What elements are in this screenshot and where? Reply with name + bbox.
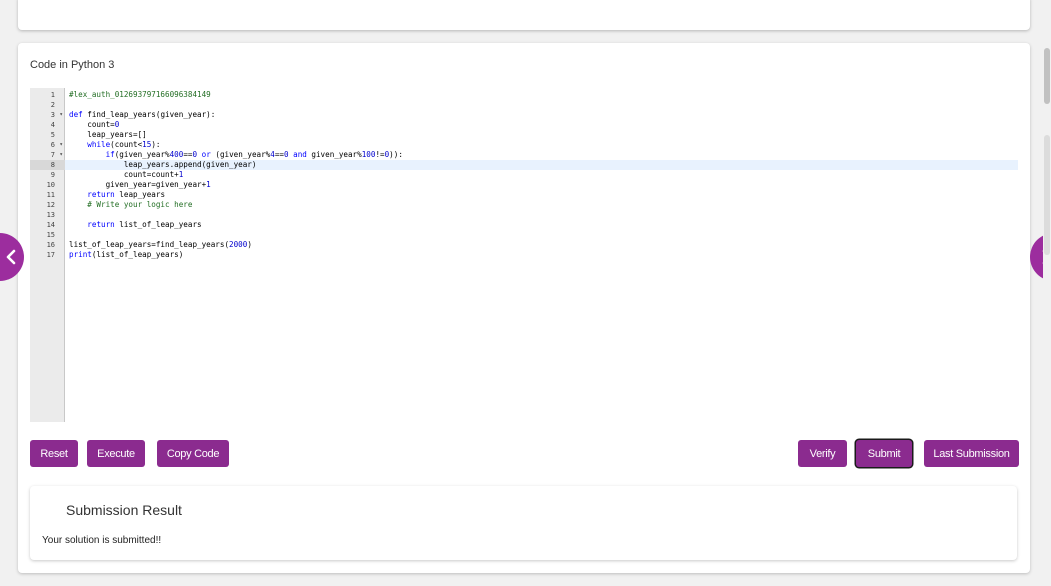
fold-arrow-icon[interactable]: ▾ [59, 140, 63, 150]
top-panel [18, 0, 1030, 30]
line-number: 1 [30, 90, 65, 100]
code-line[interactable]: leap_years=[] [65, 130, 1018, 140]
verify-button[interactable]: Verify [798, 440, 847, 467]
line-number: 3 ▾ [30, 110, 65, 120]
line-number: 15 [30, 230, 65, 240]
line-number-label: 17 [46, 251, 55, 259]
code-line-text: given_year=given_year+1 [69, 180, 211, 189]
line-number-label: 15 [46, 231, 55, 239]
code-line[interactable]: return leap_years [65, 190, 1018, 200]
line-number: 14 [30, 220, 65, 230]
chevron-left-icon [6, 249, 16, 265]
line-number-label: 4 [50, 121, 55, 129]
code-panel: Code in Python 3 1 2 3 ▾ 4 5 6 ▾ 7 ▾ 8 9 10 11 12 13 14 1… [18, 43, 1030, 573]
code-line[interactable]: while(count<15): [65, 140, 1018, 150]
reset-button[interactable]: Reset [30, 440, 78, 467]
submit-button[interactable]: Submit [856, 440, 912, 467]
code-line[interactable]: return list_of_leap_years [65, 220, 1018, 230]
code-editor[interactable]: 1 2 3 ▾ 4 5 6 ▾ 7 ▾ 8 9 10 11 12 13 14 15 16 17 #lex_auth_0… [30, 88, 1018, 422]
language-title: Code in Python 3 [30, 59, 115, 71]
line-number-label: 14 [46, 221, 55, 229]
line-number-label: 8 [50, 161, 55, 169]
line-number-label: 5 [50, 131, 55, 139]
code-line-text: count=0 [69, 120, 120, 129]
line-number-label: 2 [50, 101, 55, 109]
line-number: 17 [30, 250, 65, 260]
code-line[interactable]: list_of_leap_years=find_leap_years(2000) [65, 240, 1018, 250]
code-line[interactable]: # Write your logic here [65, 200, 1018, 210]
code-line[interactable] [65, 210, 1018, 220]
line-number-label: 1 [50, 91, 55, 99]
line-number-label: 16 [46, 241, 55, 249]
code-line-text: #lex_auth_012693797166096384149 [69, 90, 211, 99]
line-number-label: 9 [50, 171, 55, 179]
line-number-label: 13 [46, 211, 55, 219]
line-number-label: 11 [46, 191, 55, 199]
code-line[interactable] [65, 100, 1018, 110]
line-number-label: 6 [50, 141, 55, 149]
execute-button[interactable]: Execute [87, 440, 145, 467]
code-line-text: list_of_leap_years=find_leap_years(2000) [69, 240, 252, 249]
submission-result-title: Submission Result [66, 502, 182, 518]
line-number-label: 7 [50, 151, 55, 159]
line-number: 7 ▾ [30, 150, 65, 160]
copy-code-button[interactable]: Copy Code [157, 440, 229, 467]
code-line[interactable]: #lex_auth_012693797166096384149 [65, 90, 1018, 100]
code-line-text: count=count+1 [69, 170, 184, 179]
page-scrollbar[interactable] [1043, 0, 1051, 586]
line-number: 4 [30, 120, 65, 130]
fold-arrow-icon[interactable]: ▾ [59, 110, 63, 120]
code-line[interactable]: if(given_year%400==0 or (given_year%4==0… [65, 150, 1018, 160]
line-number-label: 12 [46, 201, 55, 209]
line-number: 6 ▾ [30, 140, 65, 150]
code-line-text: leap_years.append(given_year) [69, 160, 257, 169]
code-line-text: if(given_year%400==0 or (given_year%4==0… [105, 150, 403, 159]
line-number: 13 [30, 210, 65, 220]
line-number: 5 [30, 130, 65, 140]
submission-result-message: Your solution is submitted!! [42, 535, 162, 546]
line-number: 12 [30, 200, 65, 210]
fold-arrow-icon[interactable]: ▾ [59, 150, 63, 160]
line-number: 11 [30, 190, 65, 200]
last-submission-button[interactable]: Last Submission [924, 440, 1019, 467]
code-line-text: def find_leap_years(given_year): [69, 110, 216, 119]
code-line[interactable]: print(list_of_leap_years) [65, 250, 1018, 260]
code-line[interactable]: given_year=given_year+1 [65, 180, 1018, 190]
line-number: 9 [30, 170, 65, 180]
line-number-gutter: 1 2 3 ▾ 4 5 6 ▾ 7 ▾ 8 9 10 11 12 13 14 15 16 17 [30, 88, 65, 422]
line-number: 2 [30, 100, 65, 110]
code-line[interactable]: count=0 [65, 120, 1018, 130]
line-number-label: 3 [50, 111, 55, 119]
code-line[interactable] [65, 230, 1018, 240]
code-line-text: print(list_of_leap_years) [69, 250, 184, 259]
line-number: 16 [30, 240, 65, 250]
code-line-text: return leap_years [87, 190, 166, 199]
line-number: 8 [30, 160, 65, 170]
code-line-text: while(count<15): [87, 140, 161, 149]
code-line[interactable]: def find_leap_years(given_year): [65, 110, 1018, 120]
code-line[interactable]: leap_years.append(given_year) [65, 160, 1018, 170]
code-line-text: leap_years=[] [69, 130, 147, 139]
code-area[interactable]: #lex_auth_012693797166096384149def find_… [65, 88, 1018, 422]
line-number-label: 10 [46, 181, 55, 189]
submission-result-panel: Submission Result Your solution is submi… [30, 486, 1017, 560]
code-line[interactable]: count=count+1 [65, 170, 1018, 180]
code-line-text: # Write your logic here [69, 200, 193, 209]
line-number: 10 [30, 180, 65, 190]
scrollbar-track-segment [1044, 135, 1050, 255]
code-line-text: return list_of_leap_years [87, 220, 202, 229]
scrollbar-thumb[interactable] [1044, 48, 1050, 104]
